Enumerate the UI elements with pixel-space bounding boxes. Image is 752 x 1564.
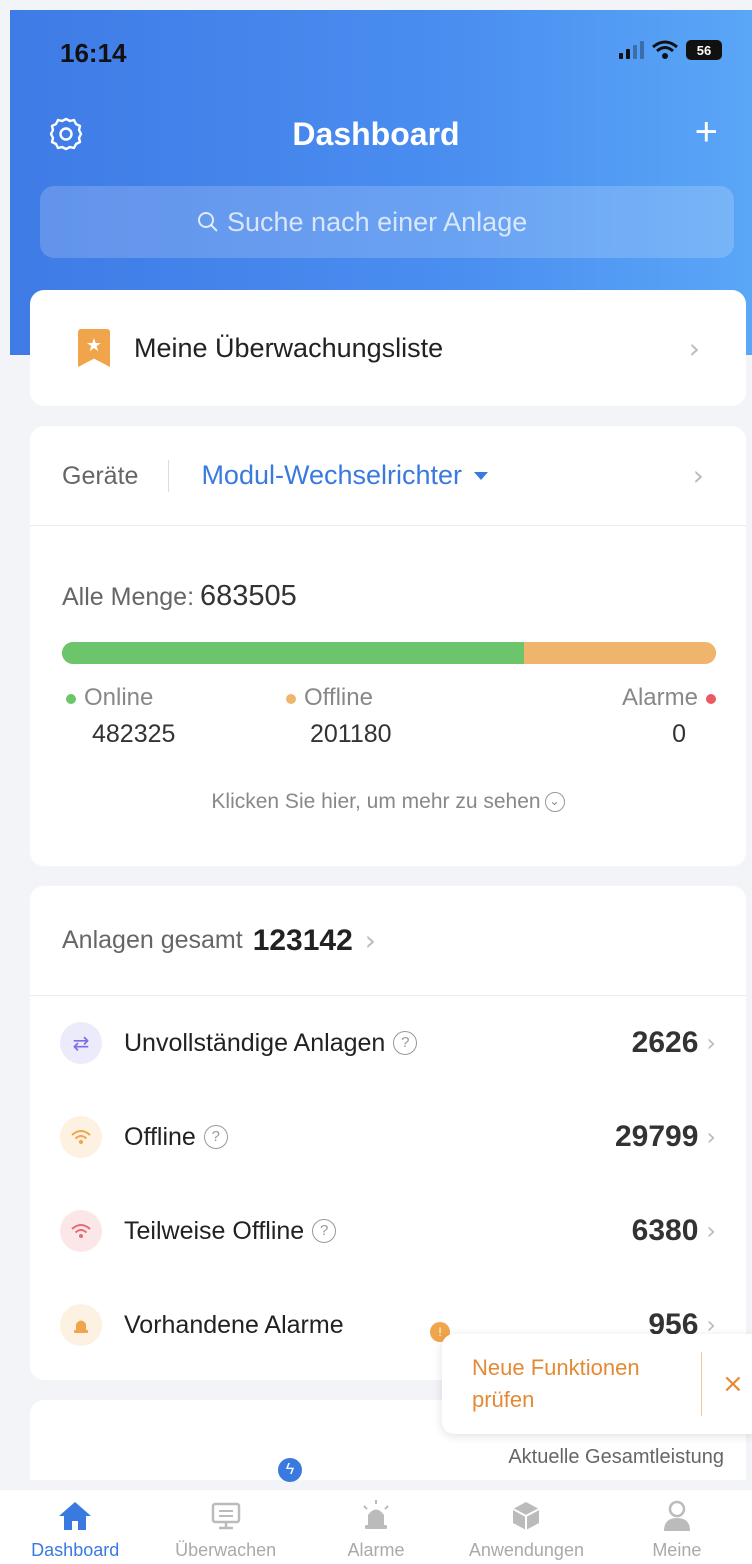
online-label: Online (84, 684, 154, 711)
bookmark-icon: ★ (78, 329, 110, 367)
device-status-bar (62, 642, 716, 664)
home-icon (55, 1498, 95, 1534)
search-icon (198, 212, 218, 232)
chevron-right-icon: › (706, 1217, 716, 1245)
alarm-icon (356, 1498, 396, 1534)
caret-down-icon (474, 471, 489, 480)
offline-label: Offline (304, 684, 373, 711)
tab-label: Dashboard (31, 1540, 120, 1560)
row-value: 6380 (631, 1214, 699, 1247)
plant-row-partially-offline[interactable]: Teilweise Offline ? 6380 › (30, 1184, 746, 1278)
chevron-right-icon: › (706, 1029, 716, 1057)
offline-value: 201180 (310, 720, 392, 748)
show-more-label: Klicken Sie hier, um mehr zu sehen (211, 790, 541, 813)
devices-header: Geräte Modul-Wechselrichter › (30, 426, 746, 526)
chevron-down-circle-icon: ⌄ (544, 792, 565, 813)
wifi-icon (60, 1210, 102, 1252)
offline-dot-icon (286, 693, 296, 704)
tab-label: Überwachen (175, 1540, 277, 1560)
help-icon[interactable]: ? (393, 1031, 418, 1055)
online-dot-icon (66, 693, 76, 704)
signal-icon (619, 41, 644, 59)
plants-total-value: 123142 (252, 923, 353, 957)
devices-total-value: 683505 (200, 580, 297, 612)
row-value: 2626 (631, 1026, 699, 1059)
tab-me[interactable]: Meine (602, 1490, 752, 1564)
wifi-icon (60, 1116, 102, 1158)
link-icon: ⇄ (60, 1022, 102, 1064)
row-label: Unvollständige Anlagen (124, 1028, 386, 1057)
search-input[interactable] (227, 206, 577, 238)
chevron-right-icon: › (688, 331, 700, 365)
tab-bar: Dashboard Überwachen Alarme Anwendungen … (0, 1490, 752, 1564)
alarm-value: 0 (672, 720, 686, 748)
status-icons: 56 (619, 40, 722, 60)
stat-alarm: Alarme 0 (622, 684, 716, 749)
online-value: 482325 (92, 720, 176, 748)
watchlist-label: Meine Überwachungsliste (134, 332, 444, 363)
new-features-toast[interactable]: Neue Funktionen prüfen × (442, 1334, 752, 1434)
power-icon: ϟ (278, 1458, 302, 1482)
tab-label: Anwendungen (468, 1540, 584, 1560)
bar-online-segment (62, 642, 524, 664)
tab-monitoring[interactable]: Überwachen (150, 1490, 300, 1564)
plants-card: Anlagen gesamt 123142 › ⇄ Unvollständige… (30, 886, 746, 1380)
stat-offline: Offline 201180 (286, 684, 392, 749)
help-icon[interactable]: ? (312, 1219, 337, 1243)
row-value: 29799 (614, 1120, 699, 1153)
close-icon[interactable]: × (722, 1369, 744, 1399)
devices-total: Alle Menge: 683505 (62, 580, 297, 613)
tab-applications[interactable]: Anwendungen (451, 1490, 601, 1564)
toast-text: Neue Funktionen prüfen (472, 1352, 702, 1416)
stat-online: Online 482325 (66, 684, 175, 749)
device-type-label: Modul-Wechselrichter (201, 460, 463, 490)
cube-icon (506, 1498, 546, 1534)
tab-dashboard[interactable]: Dashboard (0, 1490, 150, 1564)
devices-label: Geräte (62, 459, 170, 492)
monitor-icon (206, 1498, 246, 1534)
bar-offline-segment (523, 642, 716, 664)
devices-card: Geräte Modul-Wechselrichter › Alle Menge… (30, 426, 746, 866)
wifi-status-icon (652, 40, 678, 59)
page-title: Dashboard (292, 116, 460, 152)
search-bar[interactable] (40, 186, 734, 258)
status-time: 16:14 (60, 38, 127, 68)
battery-icon: 56 (686, 40, 722, 60)
add-button[interactable]: + (695, 112, 718, 152)
plant-row-offline[interactable]: Offline ? 29799 › (30, 1090, 746, 1184)
power-label: Aktuelle Gesamtleistung (508, 1446, 724, 1468)
user-icon (657, 1498, 697, 1534)
devices-total-label: Alle Menge: (62, 583, 195, 611)
tab-label: Meine (652, 1540, 702, 1560)
help-icon[interactable]: ? (203, 1125, 228, 1149)
devices-chevron-right-icon[interactable]: › (693, 459, 704, 492)
tab-label: Alarme (347, 1540, 405, 1560)
chevron-right-icon: › (364, 924, 376, 957)
tab-alarms[interactable]: Alarme (301, 1490, 451, 1564)
show-more-link[interactable]: Klicken Sie hier, um mehr zu sehen ⌄ (30, 790, 746, 814)
alarm-icon (60, 1304, 102, 1346)
alarm-dot-icon (706, 693, 716, 704)
device-type-dropdown[interactable]: Modul-Wechselrichter (201, 460, 692, 491)
plants-total-label: Anlagen gesamt (62, 926, 243, 954)
row-label: Vorhandene Alarme (124, 1310, 344, 1339)
alarm-label: Alarme (621, 684, 698, 711)
row-label: Offline (124, 1122, 196, 1151)
plants-total-header[interactable]: Anlagen gesamt 123142 › (30, 886, 746, 996)
watchlist-card[interactable]: ★ Meine Überwachungsliste › (30, 290, 746, 406)
chevron-right-icon: › (706, 1123, 716, 1151)
row-label: Teilweise Offline (124, 1216, 305, 1245)
plant-row-incomplete[interactable]: ⇄ Unvollständige Anlagen ? 2626 › (30, 996, 746, 1090)
